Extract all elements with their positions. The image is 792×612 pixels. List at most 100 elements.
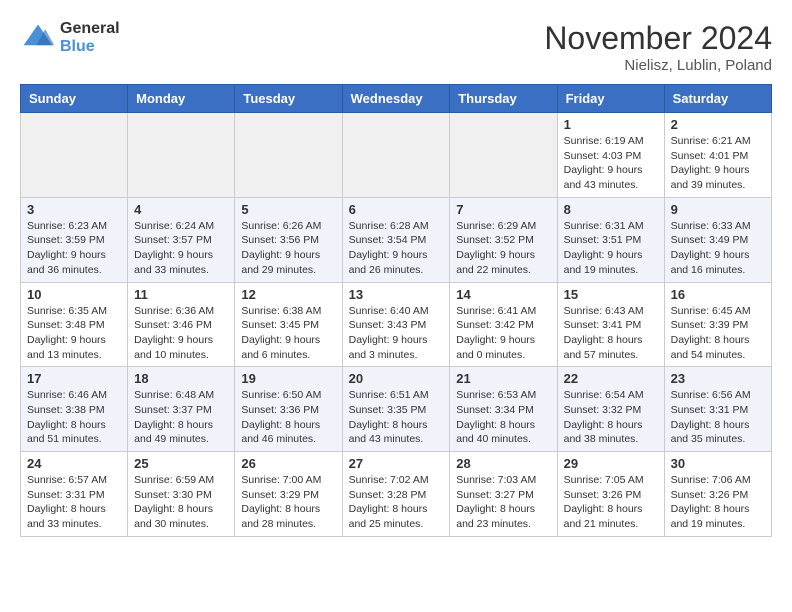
day-number: 12 (241, 287, 335, 302)
day-info: Sunrise: 6:46 AM Sunset: 3:38 PM Dayligh… (27, 388, 121, 447)
day-number: 24 (27, 456, 121, 471)
calendar-cell: 9 Sunrise: 6:33 AM Sunset: 3:49 PM Daylig… (664, 197, 771, 282)
day-number: 14 (456, 287, 550, 302)
calendar-cell (342, 113, 450, 198)
calendar-cell: 5 Sunrise: 6:26 AM Sunset: 3:56 PM Daylig… (235, 197, 342, 282)
calendar-cell: 3 Sunrise: 6:23 AM Sunset: 3:59 PM Daylig… (21, 197, 128, 282)
day-info: Sunrise: 7:05 AM Sunset: 3:26 PM Dayligh… (564, 473, 658, 532)
day-info: Sunrise: 7:06 AM Sunset: 3:26 PM Dayligh… (671, 473, 765, 532)
day-number: 9 (671, 202, 765, 217)
day-info: Sunrise: 6:23 AM Sunset: 3:59 PM Dayligh… (27, 219, 121, 278)
day-info: Sunrise: 6:29 AM Sunset: 3:52 PM Dayligh… (456, 219, 550, 278)
day-info: Sunrise: 6:48 AM Sunset: 3:37 PM Dayligh… (134, 388, 228, 447)
month-title: November 2024 (544, 20, 772, 57)
day-info: Sunrise: 6:54 AM Sunset: 3:32 PM Dayligh… (564, 388, 658, 447)
calendar-cell: 25 Sunrise: 6:59 AM Sunset: 3:30 PM Dayli… (128, 452, 235, 537)
logo-icon (20, 20, 56, 56)
calendar-cell: 17 Sunrise: 6:46 AM Sunset: 3:38 PM Dayli… (21, 367, 128, 452)
day-info: Sunrise: 6:59 AM Sunset: 3:30 PM Dayligh… (134, 473, 228, 532)
calendar-cell: 13Sunrise: 6:40 AM Sunset: 3:43 PM Dayli… (342, 282, 450, 367)
day-info: Sunrise: 6:31 AM Sunset: 3:51 PM Dayligh… (564, 219, 658, 278)
calendar-week-row: 24 Sunrise: 6:57 AM Sunset: 3:31 PM Dayli… (21, 452, 772, 537)
day-number: 19 (241, 371, 335, 386)
weekday-header-thursday: Thursday (450, 85, 557, 113)
day-number: 1 (564, 117, 658, 132)
calendar-cell: 6 Sunrise: 6:28 AM Sunset: 3:54 PM Daylig… (342, 197, 450, 282)
day-info: Sunrise: 6:51 AM Sunset: 3:35 PM Dayligh… (349, 388, 444, 447)
day-number: 7 (456, 202, 550, 217)
calendar-cell: 27 Sunrise: 7:02 AM Sunset: 3:28 PM Dayli… (342, 452, 450, 537)
day-info: Sunrise: 6:40 AM Sunset: 3:43 PM Dayligh… (349, 304, 444, 363)
day-number: 21 (456, 371, 550, 386)
calendar-cell: 4 Sunrise: 6:24 AM Sunset: 3:57 PM Daylig… (128, 197, 235, 282)
day-number: 16 (671, 287, 765, 302)
logo-general-text: General (60, 20, 120, 38)
day-number: 15 (564, 287, 658, 302)
calendar-cell: 21Sunrise: 6:53 AM Sunset: 3:34 PM Dayli… (450, 367, 557, 452)
title-area: November 2024 Nielisz, Lublin, Poland (544, 20, 772, 74)
day-number: 27 (349, 456, 444, 471)
calendar-cell: 29 Sunrise: 7:05 AM Sunset: 3:26 PM Dayli… (557, 452, 664, 537)
day-number: 22 (564, 371, 658, 386)
weekday-header-tuesday: Tuesday (235, 85, 342, 113)
day-number: 6 (349, 202, 444, 217)
day-number: 4 (134, 202, 228, 217)
weekday-header-saturday: Saturday (664, 85, 771, 113)
day-number: 3 (27, 202, 121, 217)
day-info: Sunrise: 6:26 AM Sunset: 3:56 PM Dayligh… (241, 219, 335, 278)
calendar-cell: 30Sunrise: 7:06 AM Sunset: 3:26 PM Dayli… (664, 452, 771, 537)
calendar-cell: 12 Sunrise: 6:38 AM Sunset: 3:45 PM Dayli… (235, 282, 342, 367)
weekday-header-friday: Friday (557, 85, 664, 113)
day-info: Sunrise: 6:24 AM Sunset: 3:57 PM Dayligh… (134, 219, 228, 278)
day-number: 17 (27, 371, 121, 386)
day-number: 5 (241, 202, 335, 217)
day-info: Sunrise: 6:28 AM Sunset: 3:54 PM Dayligh… (349, 219, 444, 278)
day-info: Sunrise: 6:38 AM Sunset: 3:45 PM Dayligh… (241, 304, 335, 363)
weekday-header-wednesday: Wednesday (342, 85, 450, 113)
day-info: Sunrise: 6:41 AM Sunset: 3:42 PM Dayligh… (456, 304, 550, 363)
day-number: 25 (134, 456, 228, 471)
calendar-cell: 7 Sunrise: 6:29 AM Sunset: 3:52 PM Daylig… (450, 197, 557, 282)
calendar-cell: 15 Sunrise: 6:43 AM Sunset: 3:41 PM Dayli… (557, 282, 664, 367)
day-number: 8 (564, 202, 658, 217)
calendar-cell: 1 Sunrise: 6:19 AM Sunset: 4:03 PM Daylig… (557, 113, 664, 198)
calendar-cell (450, 113, 557, 198)
day-number: 2 (671, 117, 765, 132)
weekday-header-monday: Monday (128, 85, 235, 113)
calendar-week-row: 3 Sunrise: 6:23 AM Sunset: 3:59 PM Daylig… (21, 197, 772, 282)
location: Nielisz, Lublin, Poland (544, 57, 772, 74)
calendar-cell: 22 Sunrise: 6:54 AM Sunset: 3:32 PM Dayli… (557, 367, 664, 452)
calendar-cell: 11 Sunrise: 6:36 AM Sunset: 3:46 PM Dayli… (128, 282, 235, 367)
calendar-cell (21, 113, 128, 198)
calendar-cell: 28Sunrise: 7:03 AM Sunset: 3:27 PM Dayli… (450, 452, 557, 537)
day-info: Sunrise: 6:33 AM Sunset: 3:49 PM Dayligh… (671, 219, 765, 278)
day-info: Sunrise: 6:35 AM Sunset: 3:48 PM Dayligh… (27, 304, 121, 363)
day-info: Sunrise: 6:21 AM Sunset: 4:01 PM Dayligh… (671, 134, 765, 193)
day-info: Sunrise: 7:02 AM Sunset: 3:28 PM Dayligh… (349, 473, 444, 532)
day-info: Sunrise: 6:43 AM Sunset: 3:41 PM Dayligh… (564, 304, 658, 363)
day-number: 10 (27, 287, 121, 302)
day-number: 20 (349, 371, 444, 386)
calendar-cell: 8 Sunrise: 6:31 AM Sunset: 3:51 PM Daylig… (557, 197, 664, 282)
day-info: Sunrise: 6:36 AM Sunset: 3:46 PM Dayligh… (134, 304, 228, 363)
calendar-cell: 19 Sunrise: 6:50 AM Sunset: 3:36 PM Dayli… (235, 367, 342, 452)
calendar-cell: 20 Sunrise: 6:51 AM Sunset: 3:35 PM Dayli… (342, 367, 450, 452)
calendar-cell: 23Sunrise: 6:56 AM Sunset: 3:31 PM Dayli… (664, 367, 771, 452)
page-header: General Blue November 2024 Nielisz, Lubl… (20, 20, 772, 74)
calendar-cell: 24 Sunrise: 6:57 AM Sunset: 3:31 PM Dayli… (21, 452, 128, 537)
day-info: Sunrise: 6:45 AM Sunset: 3:39 PM Dayligh… (671, 304, 765, 363)
calendar-cell (128, 113, 235, 198)
day-number: 29 (564, 456, 658, 471)
day-number: 26 (241, 456, 335, 471)
calendar-cell: 26 Sunrise: 7:00 AM Sunset: 3:29 PM Dayli… (235, 452, 342, 537)
calendar-week-row: 1 Sunrise: 6:19 AM Sunset: 4:03 PM Daylig… (21, 113, 772, 198)
day-info: Sunrise: 7:00 AM Sunset: 3:29 PM Dayligh… (241, 473, 335, 532)
logo-blue-text: Blue (60, 38, 120, 56)
day-info: Sunrise: 6:50 AM Sunset: 3:36 PM Dayligh… (241, 388, 335, 447)
day-info: Sunrise: 6:19 AM Sunset: 4:03 PM Dayligh… (564, 134, 658, 193)
day-info: Sunrise: 6:57 AM Sunset: 3:31 PM Dayligh… (27, 473, 121, 532)
day-number: 11 (134, 287, 228, 302)
calendar-week-row: 17 Sunrise: 6:46 AM Sunset: 3:38 PM Dayli… (21, 367, 772, 452)
calendar-table: SundayMondayTuesdayWednesdayThursdayFrid… (20, 84, 772, 537)
calendar-cell: 18Sunrise: 6:48 AM Sunset: 3:37 PM Dayli… (128, 367, 235, 452)
